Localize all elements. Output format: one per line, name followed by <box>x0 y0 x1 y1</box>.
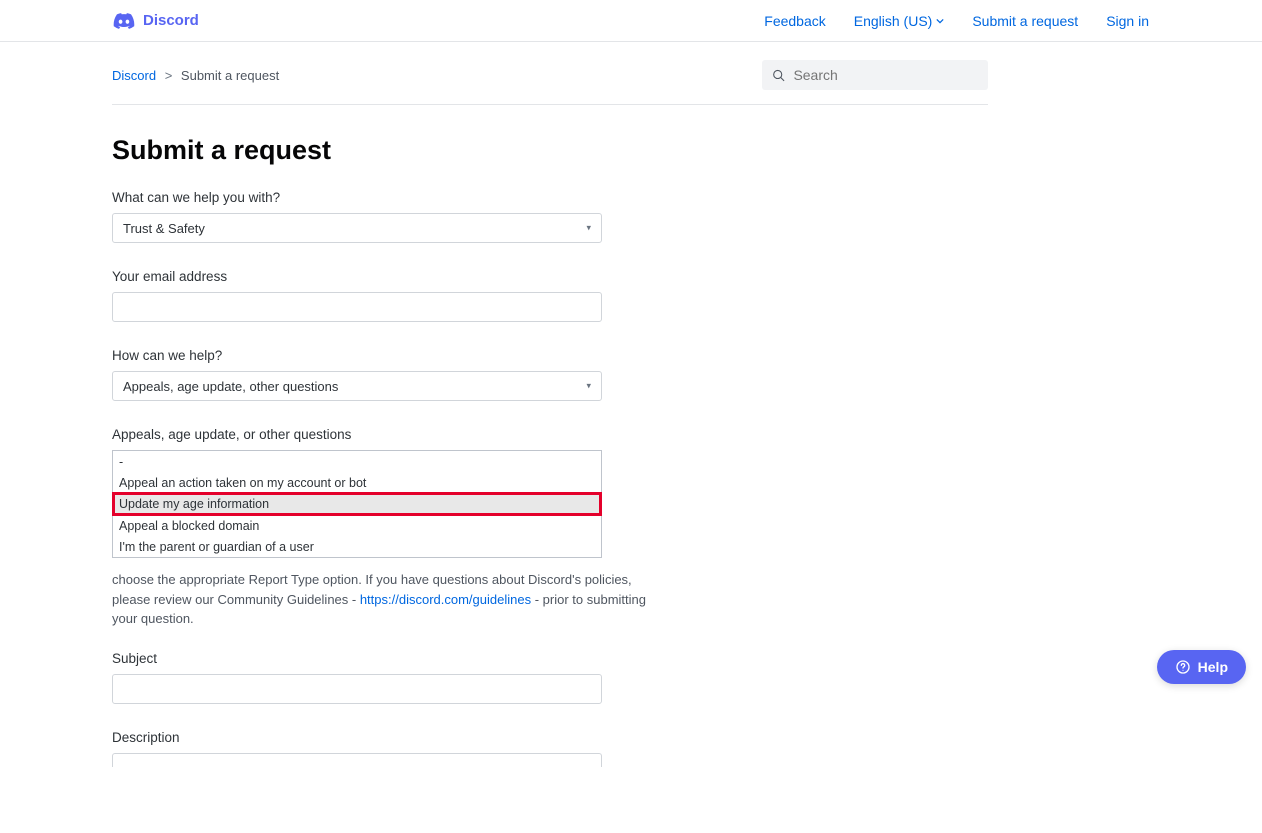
appeals-option-3[interactable]: Appeal a blocked domain <box>113 515 601 536</box>
appeals-option-1[interactable]: Appeal an action taken on my account or … <box>113 472 601 493</box>
description-label: Description <box>112 730 602 745</box>
email-label: Your email address <box>112 269 602 284</box>
nav-feedback[interactable]: Feedback <box>764 13 825 29</box>
breadcrumb-root[interactable]: Discord <box>112 68 156 83</box>
search-box[interactable] <box>762 60 988 90</box>
breadcrumb-separator: > <box>165 68 173 83</box>
guidelines-link[interactable]: https://discord.com/guidelines <box>360 592 531 607</box>
subject-field[interactable] <box>112 674 602 704</box>
breadcrumb: Discord > Submit a request <box>112 68 279 83</box>
description-field[interactable] <box>112 753 602 767</box>
help-icon <box>1175 659 1191 675</box>
appeals-dropdown[interactable]: - Appeal an action taken on my account o… <box>112 450 602 558</box>
caret-down-icon: ▾ <box>586 381 591 392</box>
appeals-option-4[interactable]: I'm the parent or guardian of a user <box>113 536 601 557</box>
nav-submit-request[interactable]: Submit a request <box>972 13 1078 29</box>
how-help-label: How can we help? <box>112 348 602 363</box>
nav-signin[interactable]: Sign in <box>1106 13 1149 29</box>
help-with-select[interactable]: Trust & Safety ▾ <box>112 213 602 243</box>
how-help-value: Appeals, age update, other questions <box>123 379 338 394</box>
breadcrumb-current: Submit a request <box>181 68 279 83</box>
chevron-down-icon <box>936 17 944 25</box>
appeals-option-2[interactable]: Update my age information <box>112 492 602 516</box>
email-field[interactable] <box>112 292 602 322</box>
nav-language[interactable]: English (US) <box>854 13 945 29</box>
brand-text: Discord <box>143 12 199 29</box>
help-button[interactable]: Help <box>1157 650 1246 684</box>
subject-label: Subject <box>112 651 602 666</box>
help-button-label: Help <box>1198 659 1228 675</box>
search-input[interactable] <box>793 67 978 83</box>
page-title: Submit a request <box>112 135 988 166</box>
caret-down-icon: ▾ <box>586 223 591 234</box>
appeals-option-0[interactable]: - <box>113 451 601 472</box>
help-with-label: What can we help you with? <box>112 190 602 205</box>
discord-icon <box>113 13 135 29</box>
nav-language-label: English (US) <box>854 13 933 29</box>
discord-logo[interactable]: Discord <box>113 12 199 29</box>
how-help-select[interactable]: Appeals, age update, other questions ▾ <box>112 371 602 401</box>
help-paragraph: choose the appropriate Report Type optio… <box>112 570 672 629</box>
search-icon <box>772 68 785 83</box>
help-with-value: Trust & Safety <box>123 221 205 236</box>
appeals-label: Appeals, age update, or other questions <box>112 427 602 442</box>
